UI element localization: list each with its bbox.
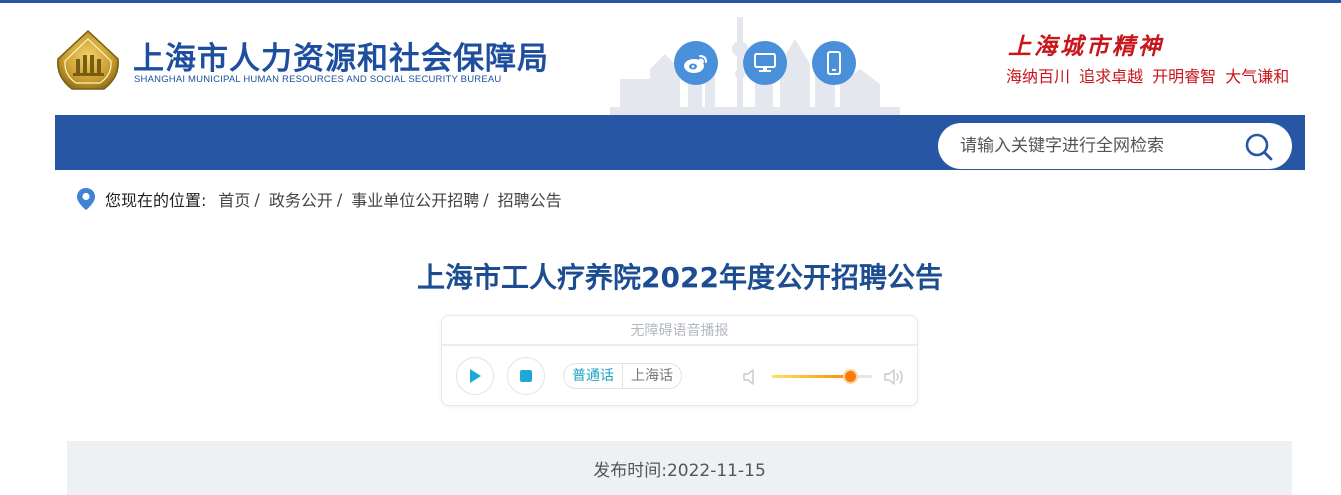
breadcrumb-separator: /	[336, 189, 343, 209]
search-input[interactable]	[960, 123, 1240, 169]
lang-mandarin-button[interactable]: 普通话	[564, 364, 622, 388]
volume-slider[interactable]	[772, 371, 872, 382]
main-nav-bar	[55, 115, 1305, 170]
article-meta-bar: 发布时间:2022-11-15	[67, 441, 1292, 495]
breadcrumb: 您现在的位置: 首页 / 政务公开 / 事业单位公开招聘 / 招聘公告	[76, 186, 562, 212]
city-spirit-title: 上海城市精神	[1008, 33, 1164, 60]
play-button[interactable]	[456, 357, 494, 395]
volume-high-icon[interactable]	[883, 366, 907, 388]
breadcrumb-item-home[interactable]: 首页	[218, 187, 250, 211]
language-toggle: 普通话 上海话	[563, 363, 682, 389]
search-icon[interactable]	[1244, 132, 1274, 162]
site-header: 上海市人力资源和社会保障局 SHANGHAI MUNICIPAL HUMAN R…	[0, 3, 1341, 115]
breadcrumb-separator: /	[483, 189, 489, 209]
breadcrumb-item-public-recruitment[interactable]: 事业单位公开招聘	[351, 187, 479, 211]
org-name-english: SHANGHAI MUNICIPAL HUMAN RESOURCES AND S…	[134, 74, 502, 85]
breadcrumb-label: 您现在的位置:	[105, 191, 207, 210]
stop-button[interactable]	[507, 357, 545, 395]
mobile-icon	[827, 51, 841, 75]
volume-slider-fill	[772, 375, 850, 378]
publish-date: 发布时间:2022-11-15	[593, 461, 766, 481]
breadcrumb-item-recruitment-notice[interactable]: 招聘公告	[498, 187, 562, 211]
weibo-icon	[684, 55, 707, 73]
bureau-emblem-icon[interactable]	[54, 29, 122, 93]
play-icon	[470, 369, 481, 383]
stop-icon	[520, 370, 532, 382]
org-name[interactable]: 上海市人力资源和社会保障局	[133, 33, 549, 78]
weibo-link[interactable]	[674, 41, 718, 85]
article-title: 上海市工人疗养院2022年度公开招聘公告	[417, 261, 943, 294]
player-header: 无障碍语音播报	[442, 316, 917, 346]
audio-player: 无障碍语音播报 普通话 上海话	[441, 315, 918, 406]
breadcrumb-separator: /	[254, 189, 260, 209]
breadcrumb-item-gov-affairs[interactable]: 政务公开	[269, 187, 333, 211]
location-pin-icon	[77, 188, 95, 210]
desktop-icon	[754, 53, 776, 72]
city-spirit-words: 海纳百川 追求卓越 开明睿智 大气谦和	[1006, 67, 1290, 86]
desktop-site-link[interactable]	[743, 41, 787, 85]
lang-shanghainese-button[interactable]: 上海话	[622, 364, 681, 388]
volume-low-icon[interactable]	[742, 367, 758, 387]
search-box	[938, 123, 1292, 169]
volume-slider-handle[interactable]	[845, 371, 856, 382]
mobile-site-link[interactable]	[812, 41, 856, 85]
